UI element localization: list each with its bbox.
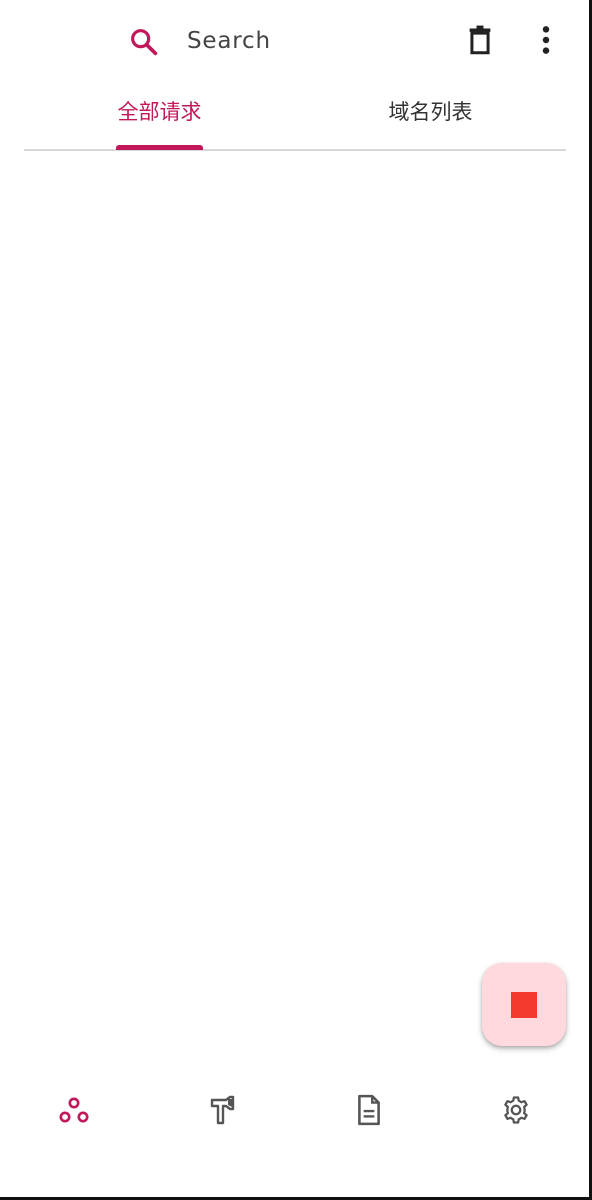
search-input[interactable]: Search	[187, 26, 271, 56]
stop-capture-button[interactable]	[482, 963, 566, 1046]
tab-indicator	[116, 145, 203, 150]
request-list	[0, 151, 592, 1061]
tab-all-requests-label: 全部请求	[117, 100, 202, 124]
search-icon	[131, 29, 158, 56]
trash-icon	[469, 25, 491, 55]
search-button[interactable]	[124, 22, 164, 62]
top-app-bar: Search	[0, 0, 592, 82]
nav-tools[interactable]	[197, 1088, 247, 1132]
stop-icon	[511, 991, 537, 1018]
bottom-navigation	[0, 1072, 592, 1200]
more-vert-icon	[542, 26, 550, 54]
app-screen: Search 全部请求 域名列表	[0, 0, 592, 1200]
hammer-icon	[210, 1095, 235, 1125]
more-options-button[interactable]	[526, 20, 566, 60]
tab-all-requests[interactable]: 全部请求	[24, 82, 295, 149]
network-nodes-icon	[59, 1097, 89, 1123]
nav-requests[interactable]	[49, 1088, 99, 1132]
tab-domain-list[interactable]: 域名列表	[295, 82, 566, 149]
tab-bar: 全部请求 域名列表	[24, 82, 566, 151]
nav-logs[interactable]	[344, 1088, 394, 1132]
document-icon	[358, 1094, 380, 1126]
tab-domain-list-label: 域名列表	[388, 100, 473, 124]
delete-button[interactable]	[460, 20, 500, 60]
nav-settings[interactable]	[491, 1088, 541, 1132]
gear-icon	[504, 1096, 528, 1124]
